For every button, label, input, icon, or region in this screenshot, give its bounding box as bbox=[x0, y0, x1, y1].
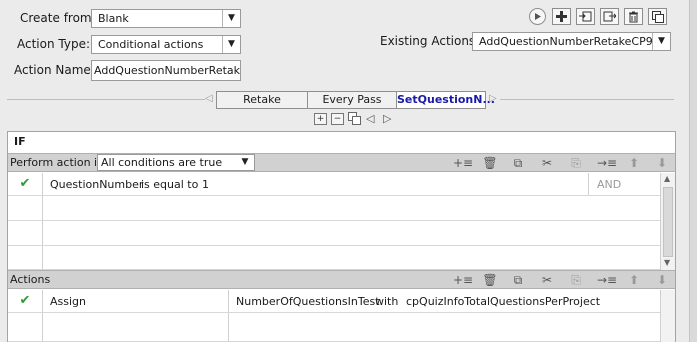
condition-operator[interactable]: is equal to bbox=[141, 178, 198, 191]
create-from-label: Create from: bbox=[20, 11, 96, 25]
create-from-select[interactable]: Blank ▼ bbox=[91, 9, 241, 28]
window-edge bbox=[689, 0, 697, 342]
condition-row[interactable]: ✔ QuestionNumber is equal to 1 AND bbox=[8, 173, 660, 196]
existing-actions-label: Existing Actions: bbox=[380, 34, 480, 48]
insert-row-icon[interactable]: +≡ bbox=[453, 156, 473, 170]
tab-next-icon[interactable]: ▷ bbox=[383, 112, 391, 125]
action-target[interactable]: NumberOfQuestionsInTest bbox=[236, 295, 380, 308]
condition-row-empty[interactable] bbox=[8, 196, 660, 221]
cut-icon[interactable]: ✂ bbox=[539, 156, 555, 170]
remove-tab-icon[interactable]: − bbox=[331, 113, 344, 125]
logic-cell[interactable]: AND bbox=[588, 173, 660, 195]
if-header-bar: Perform action if: All conditions are tr… bbox=[8, 153, 675, 172]
move-down-icon[interactable]: ⬇ bbox=[654, 156, 670, 170]
actions-title: Actions bbox=[10, 273, 51, 286]
cut-icon[interactable]: ✂ bbox=[539, 273, 555, 287]
command-cell-border bbox=[8, 313, 229, 341]
insert-below-icon[interactable]: →≡ bbox=[597, 273, 617, 287]
tab-prev-icon[interactable]: ◁ bbox=[366, 112, 374, 125]
action-value[interactable]: cpQuizInfoTotalQuestionsPerProject bbox=[406, 295, 600, 308]
condition-logic: AND bbox=[597, 178, 622, 191]
perform-action-label: Perform action if: bbox=[10, 156, 105, 169]
action-row[interactable]: ✔ Assign NumberOfQuestionsInTest with cp… bbox=[8, 290, 660, 313]
scroll-up-icon[interactable]: ▲ bbox=[664, 174, 670, 183]
copy-icon[interactable]: ⧉ bbox=[510, 156, 526, 171]
add-icon[interactable] bbox=[552, 8, 571, 25]
action-type-select[interactable]: Conditional actions ▼ bbox=[91, 35, 241, 54]
move-up-icon[interactable]: ⬆ bbox=[626, 273, 642, 287]
insert-below-icon[interactable]: →≡ bbox=[597, 156, 617, 170]
divider-right bbox=[500, 99, 674, 100]
tab-retake[interactable]: Retake bbox=[216, 91, 308, 109]
paste-icon[interactable]: ⎘ bbox=[568, 273, 584, 288]
conditions-scrollbar[interactable]: ▲ ▼ bbox=[660, 173, 675, 270]
action-with-label: with bbox=[375, 295, 399, 308]
actions-scrollbar[interactable] bbox=[660, 290, 675, 342]
duplicate-tab-icon[interactable] bbox=[348, 112, 361, 128]
existing-actions-value: AddQuestionNumberRetakeCP9 bbox=[479, 35, 653, 48]
check-icon[interactable]: ✔ bbox=[8, 173, 43, 195]
chevron-down-icon[interactable]: ▼ bbox=[222, 36, 240, 53]
move-down-icon[interactable]: ⬇ bbox=[654, 273, 670, 287]
scroll-thumb[interactable] bbox=[663, 187, 673, 257]
action-name-field[interactable]: AddQuestionNumberRetakeCF bbox=[91, 60, 241, 81]
perform-action-select[interactable]: All conditions are true ▼ bbox=[97, 154, 255, 171]
action-name-label: Action Name: bbox=[14, 63, 95, 77]
tab-every-pass[interactable]: Every Pass bbox=[307, 91, 397, 109]
row-marker bbox=[8, 246, 43, 269]
if-title: IF bbox=[14, 135, 26, 148]
condition-right[interactable]: 1 bbox=[202, 178, 209, 191]
divider-left bbox=[7, 99, 205, 100]
chevron-down-icon[interactable]: ▼ bbox=[652, 33, 670, 50]
delete-icon[interactable]: 🗑 bbox=[482, 273, 498, 287]
row-marker bbox=[8, 221, 43, 245]
move-up-icon[interactable]: ⬆ bbox=[626, 156, 642, 170]
existing-actions-select[interactable]: AddQuestionNumberRetakeCP9 ▼ bbox=[472, 32, 671, 51]
condition-left[interactable]: QuestionNumber bbox=[50, 178, 143, 191]
command-cell-border bbox=[8, 290, 229, 312]
actions-header-bar: Actions +≡ 🗑 ⧉ ✂ ⎘ →≡ ⬆ ⬇ bbox=[8, 270, 675, 289]
perform-action-value: All conditions are true bbox=[101, 156, 223, 169]
delete-icon[interactable] bbox=[624, 8, 643, 25]
row-marker bbox=[8, 196, 43, 220]
play-icon[interactable] bbox=[529, 8, 546, 25]
paste-icon[interactable]: ⎘ bbox=[568, 156, 584, 171]
export-icon[interactable] bbox=[600, 8, 619, 25]
action-type-value: Conditional actions bbox=[98, 38, 204, 51]
action-row-empty[interactable] bbox=[8, 313, 660, 342]
duplicate-icon[interactable] bbox=[648, 8, 667, 25]
condition-row-empty[interactable] bbox=[8, 246, 660, 270]
scroll-down-icon[interactable]: ▼ bbox=[664, 258, 670, 267]
condition-row-empty[interactable] bbox=[8, 221, 660, 246]
import-icon[interactable] bbox=[576, 8, 595, 25]
action-type-label: Action Type: bbox=[17, 37, 91, 51]
tabs-scroll-left-icon[interactable]: ◁ bbox=[205, 93, 213, 104]
copy-icon[interactable]: ⧉ bbox=[510, 273, 526, 288]
add-tab-icon[interactable]: + bbox=[314, 113, 327, 125]
tabs-scroll-right-icon[interactable]: ▷ bbox=[489, 93, 497, 104]
chevron-down-icon[interactable]: ▼ bbox=[236, 155, 254, 170]
insert-row-icon[interactable]: +≡ bbox=[453, 273, 473, 287]
delete-icon[interactable]: 🗑 bbox=[482, 156, 498, 170]
tab-setquestion[interactable]: SetQuestionN... bbox=[396, 91, 495, 109]
create-from-value: Blank bbox=[98, 12, 129, 25]
chevron-down-icon[interactable]: ▼ bbox=[222, 10, 240, 27]
